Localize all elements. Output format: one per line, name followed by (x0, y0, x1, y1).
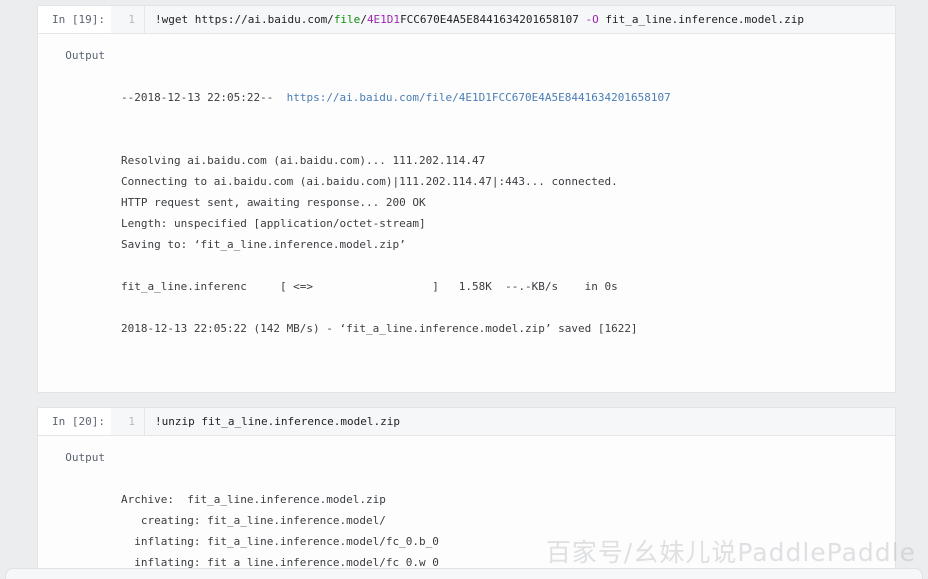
output-line-group: Resolving ai.baidu.com (ai.baidu.com)...… (121, 150, 895, 339)
output-line: Resolving ai.baidu.com (ai.baidu.com)...… (121, 154, 486, 167)
code-editor[interactable]: !wget https://ai.baidu.com/file/4E1D1FCC… (145, 6, 895, 33)
cell-output-row: Output --2018-12-13 22:05:22-- https://a… (38, 34, 895, 392)
code-token: !wget https://ai.baidu.com/ (155, 13, 334, 26)
cell-output: Archive: fit_a_line.inference.model.zip … (111, 447, 895, 579)
code-token: -O (585, 13, 599, 26)
output-text: --2018-12-13 22:05:22-- (121, 91, 287, 104)
output-line: HTTP request sent, awaiting response... … (121, 196, 426, 209)
output-line: --2018-12-13 22:05:22-- https://ai.baidu… (121, 87, 895, 108)
output-line: 2018-12-13 22:05:22 (142 MB/s) - ‘fit_a_… (121, 322, 638, 335)
output-line: Connecting to ai.baidu.com (ai.baidu.com… (121, 175, 618, 188)
code-cell-19: In [19]: 1 !wget https://ai.baidu.com/fi… (37, 5, 896, 393)
input-prompt: In [19]: (38, 6, 111, 33)
notebook-cell-list: In [19]: 1 !wget https://ai.baidu.com/fi… (0, 0, 928, 579)
output-line: Length: unspecified [application/octet-s… (121, 217, 426, 230)
code-token: / (360, 13, 367, 26)
code-editor[interactable]: !unzip fit_a_line.inference.model.zip (145, 408, 895, 435)
cell-input-row: In [20]: 1 !unzip fit_a_line.inference.m… (38, 408, 895, 436)
line-number: 1 (111, 6, 145, 33)
output-line: Archive: fit_a_line.inference.model.zip (121, 493, 386, 506)
output-line-group: Archive: fit_a_line.inference.model.zip … (121, 489, 895, 579)
code-token: fit_a_line.inference.model.zip (598, 13, 805, 26)
code-cell-20: In [20]: 1 !unzip fit_a_line.inference.m… (37, 407, 896, 579)
line-number: 1 (111, 408, 145, 435)
output-line: creating: fit_a_line.inference.model/ (121, 514, 386, 527)
code-token: 4E1D1 (366, 13, 401, 26)
cell-output: --2018-12-13 22:05:22-- https://ai.baidu… (111, 45, 895, 381)
input-prompt: In [20]: (38, 408, 111, 435)
notebook-page: In [19]: 1 !wget https://ai.baidu.com/fi… (0, 0, 928, 579)
output-label: Output (65, 451, 105, 464)
output-line: Saving to: ‘fit_a_line.inference.model.z… (121, 238, 406, 251)
code-token: !unzip fit_a_line.inference.model.zip (155, 415, 401, 428)
cell-input-row: In [19]: 1 !wget https://ai.baidu.com/fi… (38, 6, 895, 34)
output-url-link[interactable]: https://ai.baidu.com/file/4E1D1FCC670E4A… (287, 91, 671, 104)
code-token: file (333, 13, 361, 26)
next-cell-top-edge (5, 568, 923, 579)
cell-output-row: Output Archive: fit_a_line.inference.mod… (38, 436, 895, 579)
output-label: Output (65, 49, 105, 62)
output-line: inflating: fit_a_line.inference.model/fc… (121, 535, 439, 548)
code-token: FCC670E4A5E8441634201658107 (400, 13, 586, 26)
output-line: fit_a_line.inferenc [ <=> ] 1.58K --.-KB… (121, 280, 618, 293)
